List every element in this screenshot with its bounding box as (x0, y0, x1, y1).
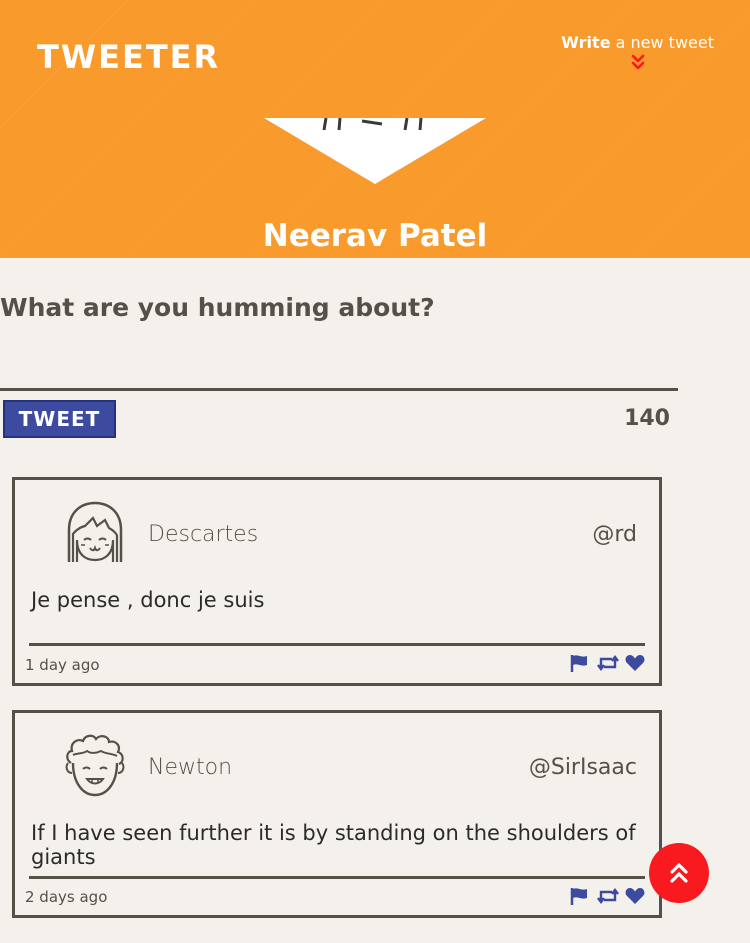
flag-icon[interactable] (569, 654, 589, 672)
tweet-textarea[interactable] (0, 330, 678, 391)
divider (29, 643, 645, 646)
retweet-icon[interactable] (597, 887, 619, 905)
tweet-card: Descartes @rd Je pense , donc je suis 1 … (12, 477, 662, 686)
profile-avatar-icon (264, 118, 486, 184)
flag-icon[interactable] (569, 887, 589, 905)
profile-name: Neerav Patel (262, 218, 488, 254)
double-chevron-up-icon (670, 863, 688, 883)
compose-toggle-bold: Write (561, 33, 611, 52)
tweet-text: If I have seen further it is by standing… (31, 821, 636, 869)
logo[interactable]: TWEETER (37, 38, 220, 76)
tweet-actions (569, 887, 645, 905)
tweet-timestamp: 2 days ago (25, 888, 108, 906)
retweet-icon[interactable] (597, 654, 619, 672)
tweet-timestamp: 1 day ago (25, 656, 100, 674)
tweet-text: Je pense , donc je suis (31, 588, 265, 612)
site-header: TWEETER Write a new tweet Neerav Patel (0, 0, 750, 258)
heart-icon[interactable] (625, 887, 645, 905)
tweet-card: Newton @SirIsaac If I have seen further … (12, 710, 662, 918)
character-counter: 140 (624, 406, 670, 431)
heart-icon[interactable] (625, 654, 645, 672)
scroll-to-top-button[interactable] (649, 843, 709, 903)
tweet-button[interactable]: TWEET (3, 400, 116, 438)
compose-prompt: What are you humming about? (0, 293, 435, 322)
compose-toggle-text: a new tweet (610, 33, 714, 52)
write-new-tweet-toggle[interactable]: Write a new tweet (561, 33, 714, 72)
tweet-author-name: Newton (148, 755, 233, 780)
tweet-author-handle[interactable]: @rd (592, 522, 637, 547)
tweet-author-name: Descartes (148, 522, 259, 547)
girl-avatar-icon (67, 501, 123, 562)
double-chevron-down-icon (631, 54, 644, 70)
tweet-author-handle[interactable]: @SirIsaac (529, 755, 637, 780)
curly-hair-avatar-icon (65, 734, 125, 797)
divider (29, 876, 645, 879)
tweet-actions (569, 654, 645, 672)
